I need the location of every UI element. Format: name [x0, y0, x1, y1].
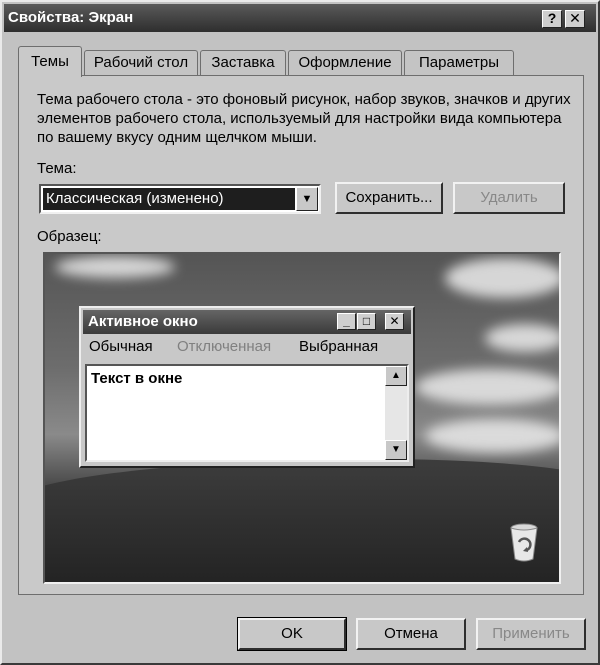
cancel-button[interactable]: Отмена	[356, 618, 466, 650]
preview-window-text: Текст в окне	[91, 370, 183, 387]
preview-text-area: Текст в окне ▲ ▼	[85, 364, 409, 462]
preview-menu-selected: Выбранная	[299, 338, 379, 355]
title-bar[interactable]: Свойства: Экран ? ✕	[4, 4, 596, 32]
tab-screensaver[interactable]: Заставка	[200, 50, 286, 76]
scroll-up-icon: ▲	[385, 366, 407, 386]
theme-select-value: Классическая (изменено)	[43, 188, 295, 210]
cloud	[425, 419, 559, 453]
scroll-down-icon: ▼	[385, 440, 407, 460]
themes-panel: Тема рабочего стола - это фоновый рисуно…	[18, 75, 584, 595]
theme-label: Тема:	[37, 160, 77, 177]
preview-scrollbar: ▲ ▼	[385, 366, 407, 460]
preview-menu-disabled: Отключенная	[177, 338, 272, 355]
delete-theme-button[interactable]: Удалить	[453, 182, 565, 214]
recycle-bin-icon	[510, 523, 538, 562]
cloud	[415, 369, 559, 405]
preview-active-window: Активное окно _ □ ✕ Обычная Отключенная …	[79, 306, 415, 468]
apply-button[interactable]: Применить	[476, 618, 586, 650]
preview-window-title: Активное окно	[88, 313, 198, 330]
save-theme-button[interactable]: Сохранить...	[335, 182, 443, 214]
tab-desktop[interactable]: Рабочий стол	[84, 50, 198, 76]
cloud	[55, 256, 175, 278]
help-button[interactable]: ?	[542, 10, 562, 28]
cloud	[485, 324, 559, 352]
sample-label: Образец:	[37, 228, 102, 245]
window-title: Свойства: Экран	[8, 9, 134, 26]
ok-button[interactable]: OK	[237, 617, 347, 651]
themes-description: Тема рабочего стола - это фоновый рисуно…	[37, 91, 571, 146]
close-button[interactable]: ✕	[565, 10, 585, 28]
close-icon: ✕	[385, 313, 404, 330]
tab-settings[interactable]: Параметры	[404, 50, 514, 76]
wallpaper-hill	[45, 459, 559, 582]
preview-menu-normal: Обычная	[89, 338, 153, 355]
maximize-icon: □	[357, 313, 376, 330]
tab-themes[interactable]: Темы	[18, 46, 82, 77]
tab-appearance[interactable]: Оформление	[288, 50, 402, 76]
theme-select[interactable]: Классическая (изменено) ▼	[39, 184, 321, 214]
theme-preview: Активное окно _ □ ✕ Обычная Отключенная …	[43, 252, 561, 584]
chevron-down-icon[interactable]: ▼	[296, 187, 318, 211]
preview-title-bar: Активное окно _ □ ✕	[83, 310, 411, 334]
display-properties-dialog: Свойства: Экран ? ✕ Темы Рабочий стол За…	[0, 0, 600, 665]
cloud	[445, 258, 559, 298]
minimize-icon: _	[337, 313, 356, 330]
